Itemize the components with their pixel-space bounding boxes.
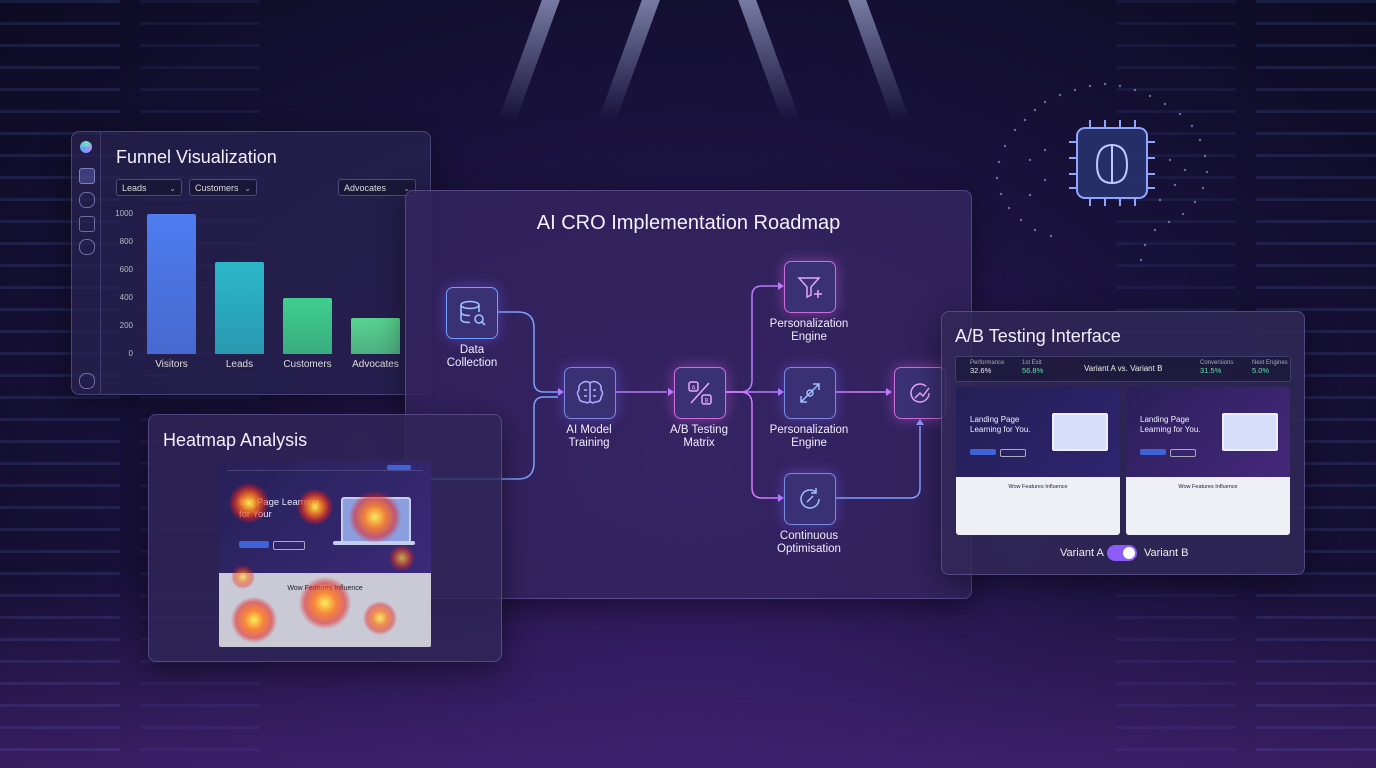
variant-toggle[interactable] (1107, 545, 1137, 561)
secondary-button (1170, 449, 1196, 457)
heatmap-preview: ting Page Learning for Your Wow Features… (219, 461, 431, 647)
x-tick-label: Leads (225, 359, 254, 370)
analytics-icon (910, 383, 930, 403)
heat-spot (363, 601, 397, 635)
node-label: Personalization Engine (769, 424, 849, 449)
y-tick-label: 200 (119, 321, 133, 330)
toggle-knob (1123, 547, 1135, 559)
x-tick-label: Customers (283, 359, 332, 370)
ab-testing-panel: A/B Testing Interface Performance 32.6% … (941, 311, 1305, 575)
y-tick-label: 0 (128, 349, 133, 358)
variant-a-preview[interactable]: Landing Page Learning for You. Wow Featu… (956, 387, 1120, 535)
stat-performance: Performance 32.6% (970, 360, 1004, 375)
features-heading: Wow Features Influence (1178, 484, 1238, 490)
x-tick-label: Visitors (155, 359, 188, 370)
node-label: Data Collection (446, 344, 498, 369)
heat-spot (389, 545, 415, 571)
brain-icon (576, 380, 604, 404)
heat-spot (229, 483, 269, 523)
stat-conversions: Conversions 31.5% (1200, 360, 1233, 375)
heatmap-analysis-panel: Heatmap Analysis ting Page Learning for … (148, 414, 502, 662)
stat-next-engines: Next Engines 5.0% (1252, 360, 1288, 375)
y-tick-label: 1000 (115, 209, 133, 218)
landing-headline: Landing Page Learning for You. (970, 415, 1031, 434)
ab-matrix-icon: AB (688, 381, 712, 405)
y-tick-label: 800 (119, 237, 133, 246)
ai-brain-chip-icon (995, 82, 1209, 262)
data-collection-node[interactable] (446, 287, 498, 339)
heat-spot (349, 491, 401, 543)
ceiling-light (598, 0, 660, 120)
node-label: Personalization Engine (769, 318, 849, 343)
node-label: AI Model Training (566, 424, 612, 449)
bar-leads[interactable] (215, 261, 264, 354)
variant-b-preview[interactable]: Landing Page Learning for You. Wow Featu… (1126, 387, 1290, 535)
y-tick-label: 600 (119, 265, 133, 274)
variant-a-label: Variant A (1060, 547, 1104, 559)
ceiling-light (738, 0, 800, 120)
personalization-engine-node-mid[interactable] (784, 367, 836, 419)
nav-button (387, 465, 411, 470)
svg-text:B: B (705, 398, 709, 405)
funnel-visualization-panel: Funnel Visualization Leads ⌄ Customers ⌄ A… (71, 131, 431, 395)
secondary-button (1000, 449, 1026, 457)
panel-title: Heatmap Analysis (163, 430, 308, 450)
ab-testing-matrix-node[interactable]: AB (674, 367, 726, 419)
stat-value: 32.6% (970, 366, 992, 375)
ceiling-light (848, 0, 910, 120)
funnel-bar-chart: 1000 800 600 400 200 0 Visitors Leads Customers A… (72, 132, 430, 394)
secondary-button (273, 541, 305, 550)
refresh-icon (800, 488, 820, 509)
ceiling-light (498, 0, 560, 120)
laptop-illustration (1222, 413, 1278, 451)
stat-first-exit: 1st Exit 56.8% (1022, 360, 1043, 375)
bar-visitors[interactable] (147, 214, 196, 354)
database-icon (460, 300, 486, 326)
cta-button (239, 541, 269, 548)
personalization-engine-node-top[interactable] (784, 261, 836, 313)
y-tick-label: 400 (119, 293, 133, 302)
landing-headline: Landing Page Learning for You. (1140, 415, 1201, 434)
continuous-optimisation-node[interactable] (784, 473, 836, 525)
heat-spot (297, 489, 333, 525)
features-heading: Wow Features Influence (1008, 484, 1068, 490)
funnel-icon (797, 277, 822, 299)
stats-bar: Performance 32.6% 1st Exit 56.8% Variant… (955, 356, 1291, 382)
variant-b-label: Variant B (1144, 547, 1189, 559)
stat-value: 5.0% (1252, 366, 1270, 375)
bar-customers[interactable] (283, 298, 332, 354)
ai-model-training-node[interactable] (564, 367, 616, 419)
node-label: Continuous Optimisation (777, 530, 841, 555)
heat-spot (299, 577, 351, 629)
heat-spot (231, 565, 255, 589)
heat-spot (231, 597, 277, 643)
cta-button (1140, 449, 1166, 455)
panel-title: A/B Testing Interface (955, 326, 1121, 346)
node-label: A/B Testing Matrix (670, 424, 728, 449)
cta-button (970, 449, 996, 455)
analytics-node[interactable] (894, 367, 946, 419)
bar-advocates[interactable] (351, 317, 400, 354)
stat-value: 31.5% (1200, 366, 1222, 375)
target-icon (800, 383, 820, 403)
x-tick-label: Advocates (352, 359, 399, 370)
variant-comparison-label: Variant A vs. Variant B (1084, 364, 1163, 373)
laptop-illustration (1052, 413, 1108, 451)
stat-value: 56.8% (1022, 366, 1044, 375)
